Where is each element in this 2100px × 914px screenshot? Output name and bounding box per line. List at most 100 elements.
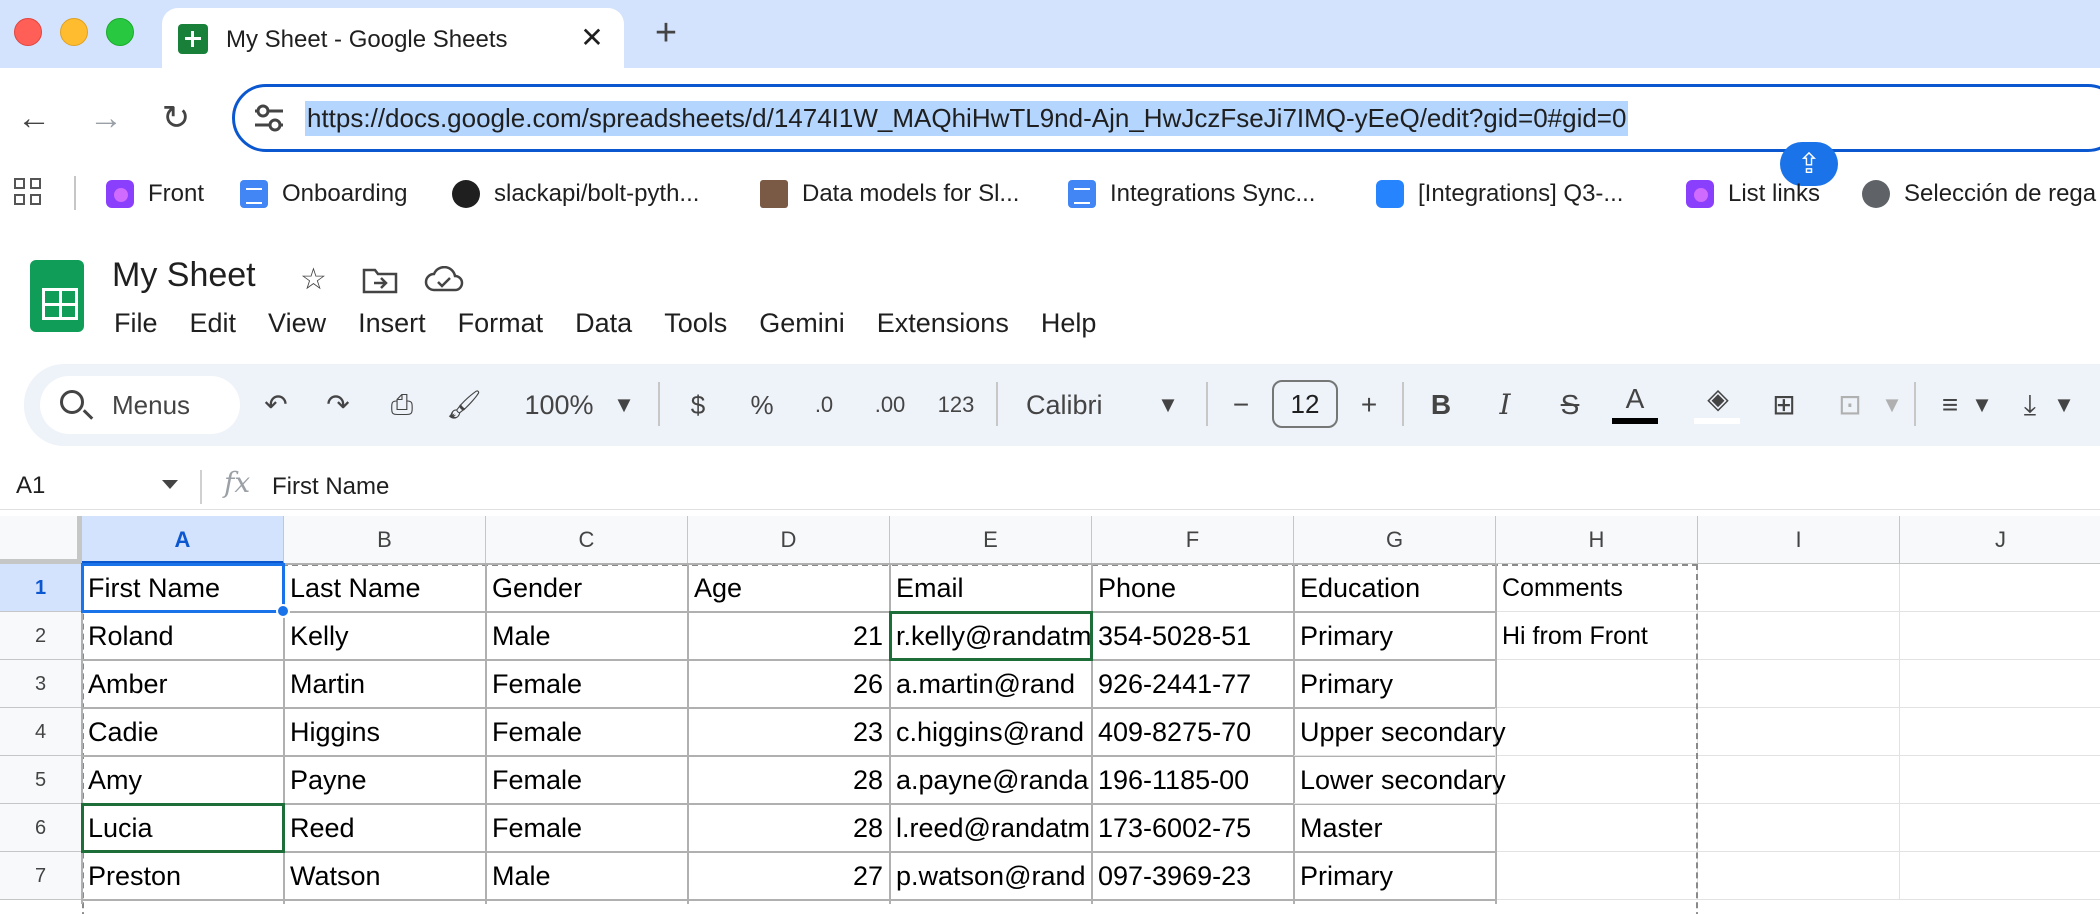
menu-view[interactable]: View [268,308,326,339]
browser-tab-active[interactable]: My Sheet - Google Sheets ✕ [162,8,624,68]
cell-b6[interactable]: Reed [284,804,486,852]
cell-e5[interactable]: a.payne@randa [890,756,1092,804]
cell-i1[interactable] [1698,564,1900,612]
column-header-b[interactable]: B [284,516,486,564]
cell-i7[interactable] [1698,852,1900,900]
menu-tools[interactable]: Tools [664,308,727,339]
column-header-h[interactable]: H [1496,516,1698,564]
cell-g4[interactable]: Upper secondary [1294,708,1506,756]
cell-d4[interactable]: 23 [688,708,890,756]
cell-c4[interactable]: Female [486,708,688,756]
vertical-align-icon[interactable]: ⤓ [2014,384,2046,426]
cell-c6[interactable]: Female [486,804,688,852]
column-header-f[interactable]: F [1092,516,1294,564]
column-header-e[interactable]: E [890,516,1092,564]
cell-f4[interactable]: 409-8275-70 [1092,708,1294,756]
align-dropdown-chevron-down-icon[interactable]: ▼ [1970,384,1994,426]
cell-i5[interactable] [1698,756,1900,804]
move-folder-icon[interactable] [362,266,398,294]
cell-g1[interactable]: Education [1294,564,1496,612]
cell-d1[interactable]: Age [688,564,890,612]
cell-h7[interactable] [1496,852,1698,900]
row-header-3[interactable]: 3 [0,660,82,708]
row-header-5[interactable]: 5 [0,756,82,804]
sheets-logo-icon[interactable] [30,260,84,332]
paint-format-icon[interactable]: 🖌 [444,384,484,426]
merge-dropdown-chevron-down-icon[interactable]: ▼ [1880,384,1904,426]
decrease-font-size-icon[interactable]: − [1226,384,1256,426]
cell-h2[interactable]: Hi from Front [1496,612,1698,660]
row-header-4[interactable]: 4 [0,708,82,756]
column-header-d[interactable]: D [688,516,890,564]
cell-b4[interactable]: Higgins [284,708,486,756]
cell-d6[interactable]: 28 [688,804,890,852]
new-tab-button[interactable]: + [646,10,686,56]
tab-close-icon[interactable]: ✕ [574,20,610,56]
cell-c2[interactable]: Male [486,612,688,660]
cell-g5[interactable]: Lower secondary [1294,756,1506,804]
bookmark-seleccion[interactable]: Selección de rega [1862,176,2096,212]
merge-cells-icon[interactable]: ⊡ [1830,384,1870,426]
star-icon[interactable]: ☆ [300,262,327,297]
cell-b5[interactable]: Payne [284,756,486,804]
cell-i6[interactable] [1698,804,1900,852]
increase-decimal-button[interactable]: .00 [868,384,912,426]
zoom-dropdown-chevron-down-icon[interactable]: ▼ [612,384,636,426]
decrease-decimal-button[interactable]: .0 [806,384,842,426]
spreadsheet-grid[interactable]: A B C D E F G H I J 1 First Name Last Name Gender Age E… [0,516,2100,914]
font-size-input[interactable]: 12 [1272,380,1338,428]
name-box[interactable]: A1 [16,472,45,500]
increase-font-size-icon[interactable]: + [1354,384,1384,426]
window-zoom-button[interactable] [106,18,134,46]
column-header-i[interactable]: I [1698,516,1900,564]
undo-icon[interactable]: ↶ [256,384,296,426]
window-minimize-button[interactable] [60,18,88,46]
forward-arrow-icon[interactable]: → [86,96,126,140]
currency-format-button[interactable]: $ [682,384,714,426]
cell-j1[interactable] [1900,564,2100,612]
cell-e7[interactable]: p.watson@rand [890,852,1092,900]
column-header-a[interactable]: A [82,516,284,564]
cell-f3[interactable]: 926-2441-77 [1092,660,1294,708]
cell-d3[interactable]: 26 [688,660,890,708]
site-settings-icon[interactable] [253,103,285,133]
cell-g7[interactable]: Primary [1294,852,1496,900]
cell-e1[interactable]: Email [890,564,1092,612]
zoom-select[interactable]: 100% [512,384,606,426]
menu-edit[interactable]: Edit [190,308,237,339]
text-color-button[interactable]: A [1618,378,1652,420]
formula-input[interactable]: First Name [272,473,389,501]
cell-h1[interactable]: Comments [1496,564,1698,612]
cell-c7[interactable]: Male [486,852,688,900]
font-dropdown-chevron-down-icon[interactable]: ▼ [1156,384,1180,426]
fill-handle[interactable] [276,604,290,618]
cell-d2[interactable]: 21 [688,612,890,660]
menu-data[interactable]: Data [575,308,632,339]
cell-d7[interactable]: 27 [688,852,890,900]
menu-insert[interactable]: Insert [358,308,426,339]
percent-format-button[interactable]: % [744,384,780,426]
print-icon[interactable]: ⎙ [380,384,424,426]
cell-b2[interactable]: Kelly [284,612,486,660]
borders-icon[interactable]: ⊞ [1764,384,1804,426]
bookmark-front[interactable]: Front [106,176,204,212]
cell-e4[interactable]: c.higgins@rand [890,708,1092,756]
more-formats-button[interactable]: 123 [934,384,978,426]
cell-g2[interactable]: Primary [1294,612,1496,660]
cloud-saved-icon[interactable] [424,266,464,294]
cell-f7[interactable]: 097-3969-23 [1092,852,1294,900]
cell-j7[interactable] [1900,852,2100,900]
cell-e2[interactable]: r.kelly@randatm [890,612,1092,660]
cell-i4[interactable] [1698,708,1900,756]
menu-help[interactable]: Help [1041,308,1097,339]
cell-j5[interactable] [1900,756,2100,804]
cell-j4[interactable] [1900,708,2100,756]
cell-a5[interactable]: Amy [82,756,284,804]
cell-f6[interactable]: 173-6002-75 [1092,804,1294,852]
cell-a2[interactable]: Roland [82,612,284,660]
cell-g6[interactable]: Master [1294,804,1496,852]
cell-a4[interactable]: Cadie [82,708,284,756]
font-family-select[interactable]: Calibri [1026,384,1136,426]
horizontal-align-icon[interactable]: ≡ [1932,384,1968,426]
cell-j3[interactable] [1900,660,2100,708]
